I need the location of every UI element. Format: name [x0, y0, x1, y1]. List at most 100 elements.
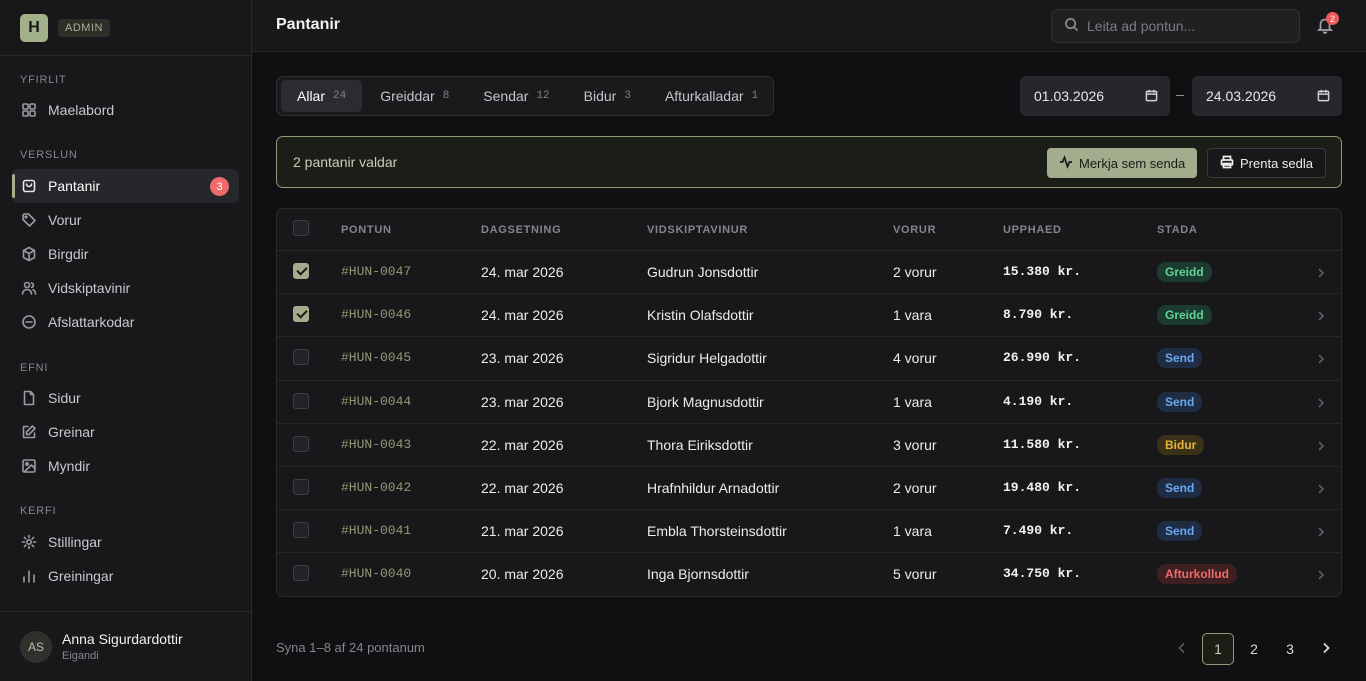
col-header-date[interactable]: DAGSETNING	[481, 224, 561, 236]
table-row[interactable]: #HUN-0046 24. mar 2026 Kristin Olafsdottir…	[277, 294, 1341, 338]
item-count: 3 vorur	[893, 436, 937, 453]
chevron-right-icon[interactable]	[1317, 438, 1327, 451]
date-to-input[interactable]: 24.03.2026	[1192, 76, 1342, 116]
row-checkbox[interactable]	[293, 306, 309, 323]
tab-label: Bidur	[583, 88, 617, 104]
nav-heading: YFIRLIT	[20, 74, 67, 86]
table-row[interactable]: #HUN-0044 23. mar 2026 Bjork Magnusdottir 1…	[277, 381, 1341, 424]
col-header-amount[interactable]: UPPHAED	[1003, 224, 1062, 236]
prev-page-button[interactable]	[1166, 633, 1198, 665]
order-date: 23. mar 2026	[481, 393, 564, 410]
tab-label: Allar	[297, 88, 326, 104]
print-labels-button[interactable]: Prenta sedla	[1207, 148, 1326, 178]
row-checkbox[interactable]	[293, 522, 309, 539]
tab-allar[interactable]: Allar 24	[281, 80, 363, 112]
chevron-right-icon[interactable]	[1317, 395, 1327, 408]
order-date: 21. mar 2026	[481, 523, 564, 540]
table-row[interactable]: #HUN-0040 20. mar 2026 Inga Bjornsdottir 5 …	[277, 553, 1341, 596]
sidebar-item-vorur[interactable]: Vorur	[12, 203, 239, 237]
order-id-link[interactable]: #HUN-0045	[341, 350, 411, 365]
order-date: 23. mar 2026	[481, 350, 564, 367]
row-checkbox[interactable]	[293, 435, 309, 452]
page-button-3[interactable]: 3	[1274, 633, 1306, 665]
customer-name: Sigridur Helgadottir	[647, 350, 767, 367]
logo[interactable]: H	[20, 13, 48, 42]
tab-afturkalladar[interactable]: Afturkalladar 1	[649, 80, 774, 112]
chevron-right-icon[interactable]	[1317, 481, 1327, 494]
sidebar-item-birgdir[interactable]: Birgdir	[12, 237, 239, 271]
col-header-status[interactable]: STADA	[1157, 224, 1198, 236]
next-page-button[interactable]	[1310, 633, 1342, 665]
order-id-link[interactable]: #HUN-0041	[341, 523, 411, 538]
tab-sendar[interactable]: Sendar 12	[467, 80, 565, 112]
chevron-right-icon[interactable]	[1317, 524, 1327, 537]
order-id-link[interactable]: #HUN-0047	[341, 264, 411, 279]
printer-icon	[1220, 155, 1240, 172]
chevron-left-icon	[1177, 641, 1187, 657]
sidebar-item-vidskiptavinir[interactable]: Vidskiptavinir	[12, 271, 239, 305]
table-row[interactable]: #HUN-0045 23. mar 2026 Sigridur Helgadotti…	[277, 337, 1341, 381]
tab-count: 1	[751, 90, 759, 102]
order-amount: 8.790 kr.	[1003, 307, 1074, 323]
date-from-input[interactable]: 01.03.2026	[1020, 76, 1170, 116]
row-checkbox[interactable]	[293, 565, 309, 582]
table-row[interactable]: #HUN-0042 22. mar 2026 Hrafnhildur Arnadot…	[277, 467, 1341, 511]
col-header-items[interactable]: VORUR	[893, 224, 936, 236]
notifications-button[interactable]: 2	[1316, 12, 1339, 36]
item-count: 4 vorur	[893, 350, 937, 367]
box-icon	[20, 245, 38, 263]
table-row[interactable]: #HUN-0043 22. mar 2026 Thora Eiriksdottir 3…	[277, 424, 1341, 467]
tab-bidur[interactable]: Bidur 3	[568, 80, 647, 112]
chevron-right-icon[interactable]	[1317, 351, 1327, 364]
order-id-link[interactable]: #HUN-0046	[341, 307, 411, 322]
col-header-customer[interactable]: VIDSKIPTAVINUR	[647, 224, 748, 236]
user-profile[interactable]: AS Anna Sigurdardottir Eigandi	[0, 611, 252, 681]
row-checkbox[interactable]	[293, 263, 309, 279]
sidebar-item-stillingar[interactable]: Stillingar	[12, 525, 239, 559]
status-badge: Bidur	[1157, 434, 1205, 455]
chevron-right-icon[interactable]	[1317, 265, 1327, 278]
sidebar-item-afslattarkodar[interactable]: Afslattarkodar	[12, 305, 239, 339]
order-amount: 7.490 kr.	[1003, 523, 1074, 539]
sidebar-item-label: Maelabord	[48, 102, 115, 118]
row-checkbox[interactable]	[293, 392, 309, 409]
order-id-link[interactable]: #HUN-0044	[341, 394, 411, 409]
search-input[interactable]	[1087, 18, 1287, 34]
order-id-link[interactable]: #HUN-0042	[341, 480, 411, 495]
select-all-checkbox[interactable]	[293, 220, 309, 236]
chevron-right-icon[interactable]	[1317, 308, 1327, 321]
sidebar-item-sidur[interactable]: Sidur	[12, 381, 239, 415]
discount-icon	[20, 313, 38, 331]
page-button-2[interactable]: 2	[1238, 633, 1270, 665]
status-badge: Greidd	[1157, 262, 1212, 282]
customer-name: Hrafnhildur Arnadottir	[647, 479, 780, 496]
tab-count: 3	[624, 90, 631, 102]
customer-name: Thora Eiriksdottir	[647, 436, 753, 453]
order-amount: 4.190 kr.	[1003, 393, 1074, 409]
order-id-link[interactable]: #HUN-0043	[341, 437, 411, 452]
sidebar-item-label: Birgdir	[48, 246, 89, 262]
user-info: Anna Sigurdardottir Eigandi	[62, 631, 183, 662]
order-id-link[interactable]: #HUN-0040	[341, 566, 411, 581]
col-header-order[interactable]: PONTUN	[341, 224, 392, 236]
sidebar-item-maelabord[interactable]: Maelabord	[12, 93, 239, 127]
page-button-1[interactable]: 1	[1202, 633, 1234, 665]
sidebar-item-greinar[interactable]: Greinar	[12, 415, 239, 449]
order-amount: 19.480 kr.	[1003, 479, 1082, 495]
sidebar-item-myndir[interactable]: Myndir	[12, 449, 239, 483]
mark-as-sent-button[interactable]: Merkja sem senda	[1047, 148, 1198, 178]
edit-icon	[20, 423, 38, 441]
tab-greiddar[interactable]: Greiddar 8	[364, 80, 465, 112]
button-label: Prenta sedla	[1240, 155, 1313, 171]
sidebar-item-greiningar[interactable]: Greiningar	[12, 559, 239, 593]
item-count: 1 vara	[893, 523, 932, 540]
search-box[interactable]	[1051, 9, 1300, 43]
table-row[interactable]: #HUN-0041 21. mar 2026 Embla Thorsteinsdot…	[277, 510, 1341, 554]
row-checkbox[interactable]	[293, 478, 309, 495]
selection-bar: 2 pantanir valdar Merkja sem senda Prent…	[276, 136, 1342, 188]
row-checkbox[interactable]	[293, 349, 309, 366]
table-row[interactable]: #HUN-0047 24. mar 2026 Gudrun Jonsdottir 2 …	[277, 251, 1341, 295]
chevron-right-icon[interactable]	[1317, 567, 1327, 580]
sidebar-item-label: Sidur	[48, 390, 81, 406]
sidebar-item-pantanir[interactable]: Pantanir 3	[12, 169, 239, 203]
